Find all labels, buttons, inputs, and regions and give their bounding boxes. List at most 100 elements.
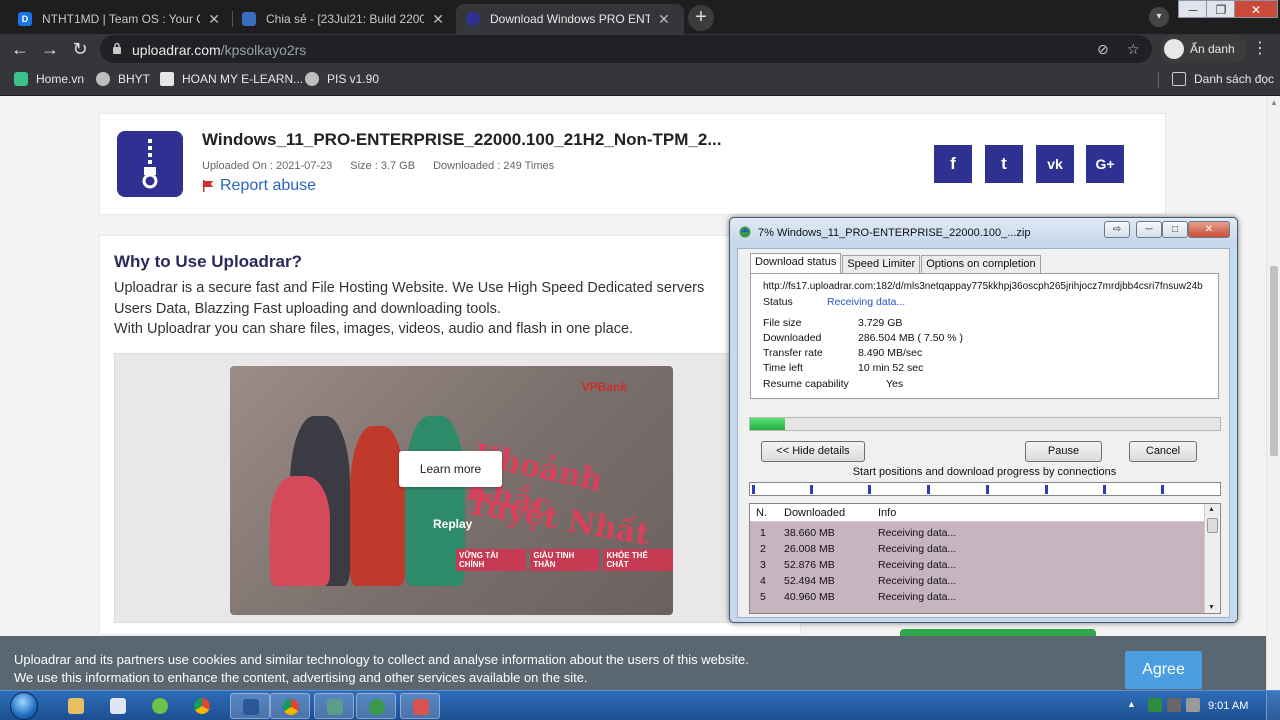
hide-details-button[interactable]: << Hide details	[761, 441, 865, 462]
bookmark-homevn[interactable]: Home.vn	[14, 72, 84, 86]
idm-maximize-button[interactable]: □	[1162, 221, 1188, 238]
download-button[interactable]	[900, 629, 1096, 636]
vk-share-button[interactable]: vk	[1036, 145, 1074, 183]
connections-scrollbar[interactable]: ▲ ▼	[1204, 504, 1220, 613]
connection-row[interactable]: 5 40.960 MB Receiving data...	[750, 588, 1205, 604]
tab-nthtimd[interactable]: D NTHT1MD | Team OS : Your Only ✕	[8, 4, 230, 34]
google-plus-share-button[interactable]: G+	[1086, 145, 1124, 183]
address-bar[interactable]: uploadrar.com/kpsolkayo2rs ⊘ ☆	[100, 35, 1152, 63]
reading-list-label: Danh sách đọc	[1194, 72, 1275, 86]
taskbar-explorer[interactable]	[56, 693, 96, 719]
connection-info: Receiving data...	[878, 591, 957, 603]
bookmark-bhyt[interactable]: BHYT	[96, 72, 150, 86]
scroll-up-icon[interactable]: ▲	[1208, 506, 1215, 513]
bookmark-separator	[1158, 72, 1159, 88]
network-icon[interactable]	[1167, 698, 1181, 712]
connection-row[interactable]: 1 38.660 MB Receiving data...	[750, 524, 1205, 540]
tab-chia-se[interactable]: Chia sẻ - [23Jul21: Build 22000.10 ✕	[232, 4, 454, 34]
home-icon	[14, 72, 28, 86]
minimize-window-button[interactable]: ─	[1178, 0, 1208, 18]
status-value: Receiving data...	[827, 296, 906, 308]
tab-download-windows[interactable]: Download Windows PRO ENTERP ✕	[456, 4, 684, 34]
taskbar-clock[interactable]: 9:01 AM	[1208, 700, 1248, 712]
connection-number: 2	[760, 543, 766, 555]
reload-icon[interactable]: ↻	[69, 38, 91, 60]
start-button[interactable]	[5, 691, 45, 720]
connection-marker	[810, 485, 813, 494]
page-scrollbar[interactable]: ▲	[1266, 96, 1280, 690]
scroll-down-icon[interactable]: ▼	[1208, 604, 1215, 611]
connection-row[interactable]: 2 26.008 MB Receiving data...	[750, 540, 1205, 556]
bookmark-label: Home.vn	[36, 72, 85, 86]
report-abuse-link[interactable]: Report abuse	[202, 177, 316, 195]
idm-titlebar[interactable]: 7% Windows_11_PRO-ENTERPRISE_22000.100_.…	[730, 218, 1237, 246]
vpbank-ad-image[interactable]: VPBank Khoảnh Khắc Tuyệt Nhất VỮNG TÀI C…	[230, 366, 673, 615]
tab-options-on-completion[interactable]: Options on completion	[921, 255, 1041, 273]
tab-search-icon[interactable]: ▾	[1149, 7, 1169, 27]
bookmark-label: HOAN MY E-LEARN...	[182, 72, 304, 86]
tray-app-icon[interactable]	[1148, 698, 1162, 712]
connection-info: Receiving data...	[878, 559, 957, 571]
incognito-indicator[interactable]: Ẩn danh	[1160, 35, 1247, 63]
tracking-blocked-eye-icon[interactable]: ⊘	[1097, 41, 1109, 58]
zip-file-icon	[117, 131, 183, 197]
close-tab-icon[interactable]: ✕	[432, 11, 444, 28]
new-tab-button[interactable]: +	[688, 5, 714, 31]
app-icon	[152, 698, 168, 714]
close-tab-icon[interactable]: ✕	[208, 11, 220, 28]
learn-more-button[interactable]: Learn more	[399, 451, 502, 487]
bookmark-label: BHYT	[118, 72, 151, 86]
taskbar-notepad[interactable]	[98, 693, 138, 719]
time-left-value: 10 min 52 sec	[858, 362, 924, 374]
why-description: Uploadrar is a secure fast and File Host…	[114, 278, 814, 340]
taskbar-word[interactable]	[230, 693, 270, 719]
show-desktop-button[interactable]	[1266, 691, 1280, 720]
close-window-button[interactable]: ✕	[1234, 0, 1278, 18]
taskbar-chrome-pinned[interactable]	[182, 693, 222, 719]
agree-button[interactable]: Agree	[1125, 651, 1202, 689]
tab-speed-limiter[interactable]: Speed Limiter	[842, 255, 921, 273]
taskbar-app[interactable]	[140, 693, 180, 719]
column-header: Info	[878, 507, 897, 519]
bookmark-star-icon[interactable]: ☆	[1127, 41, 1140, 58]
idm-minimize-button[interactable]: ─	[1136, 221, 1162, 238]
tab-download-status[interactable]: Download status	[750, 253, 842, 273]
close-tab-icon[interactable]: ✕	[658, 11, 670, 28]
scroll-up-icon[interactable]: ▲	[1270, 98, 1278, 107]
bookmark-pis[interactable]: PIS v1.90	[305, 72, 379, 86]
file-size-label: File size	[763, 317, 802, 329]
replay-button[interactable]: Replay	[433, 517, 472, 531]
maximize-window-button[interactable]: ❐	[1206, 0, 1236, 18]
windows-taskbar: ▲ 9:01 AM	[0, 690, 1280, 720]
bookmark-hoan-my[interactable]: HOAN MY E-LEARN...	[160, 72, 303, 86]
idm-tabs: Download status Speed Limiter Options on…	[750, 253, 1042, 273]
idm-arrow-button[interactable]: ⇨	[1104, 221, 1130, 238]
taskbar-idm[interactable]	[356, 693, 396, 719]
connection-row[interactable]: 4 52.494 MB Receiving data...	[750, 572, 1205, 588]
download-progress-fill	[750, 418, 786, 430]
forward-arrow-icon[interactable]: →	[39, 38, 61, 60]
scrollbar-thumb[interactable]	[1207, 518, 1218, 533]
ad-brand: VPBank	[581, 380, 627, 394]
scrollbar-thumb[interactable]	[1270, 266, 1278, 456]
facebook-share-button[interactable]: f	[934, 145, 972, 183]
taskbar-app2[interactable]	[314, 693, 354, 719]
taskbar-app3[interactable]	[400, 693, 440, 719]
connection-downloaded: 52.494 MB	[784, 575, 835, 587]
idm-globe-icon	[739, 226, 751, 238]
file-size-value: 3.729 GB	[858, 317, 903, 329]
reading-list-button[interactable]: Danh sách đọc	[1172, 72, 1274, 86]
cancel-button[interactable]: Cancel	[1129, 441, 1197, 462]
tray-expand-icon[interactable]: ▲	[1127, 699, 1136, 709]
taskbar-chrome[interactable]	[270, 693, 310, 719]
pause-button[interactable]: Pause	[1025, 441, 1102, 462]
browser-menu-icon[interactable]: ⋮	[1252, 38, 1268, 58]
back-arrow-icon[interactable]: ←	[9, 38, 31, 60]
idm-close-button[interactable]: ✕	[1188, 221, 1230, 238]
volume-icon[interactable]	[1186, 698, 1200, 712]
twitter-share-button[interactable]: t	[985, 145, 1023, 183]
notepad-icon	[110, 698, 126, 714]
bookmark-label: PIS v1.90	[327, 72, 380, 86]
connection-row[interactable]: 3 52.876 MB Receiving data...	[750, 556, 1205, 572]
file-size: Size : 3.7 GB	[350, 160, 416, 172]
